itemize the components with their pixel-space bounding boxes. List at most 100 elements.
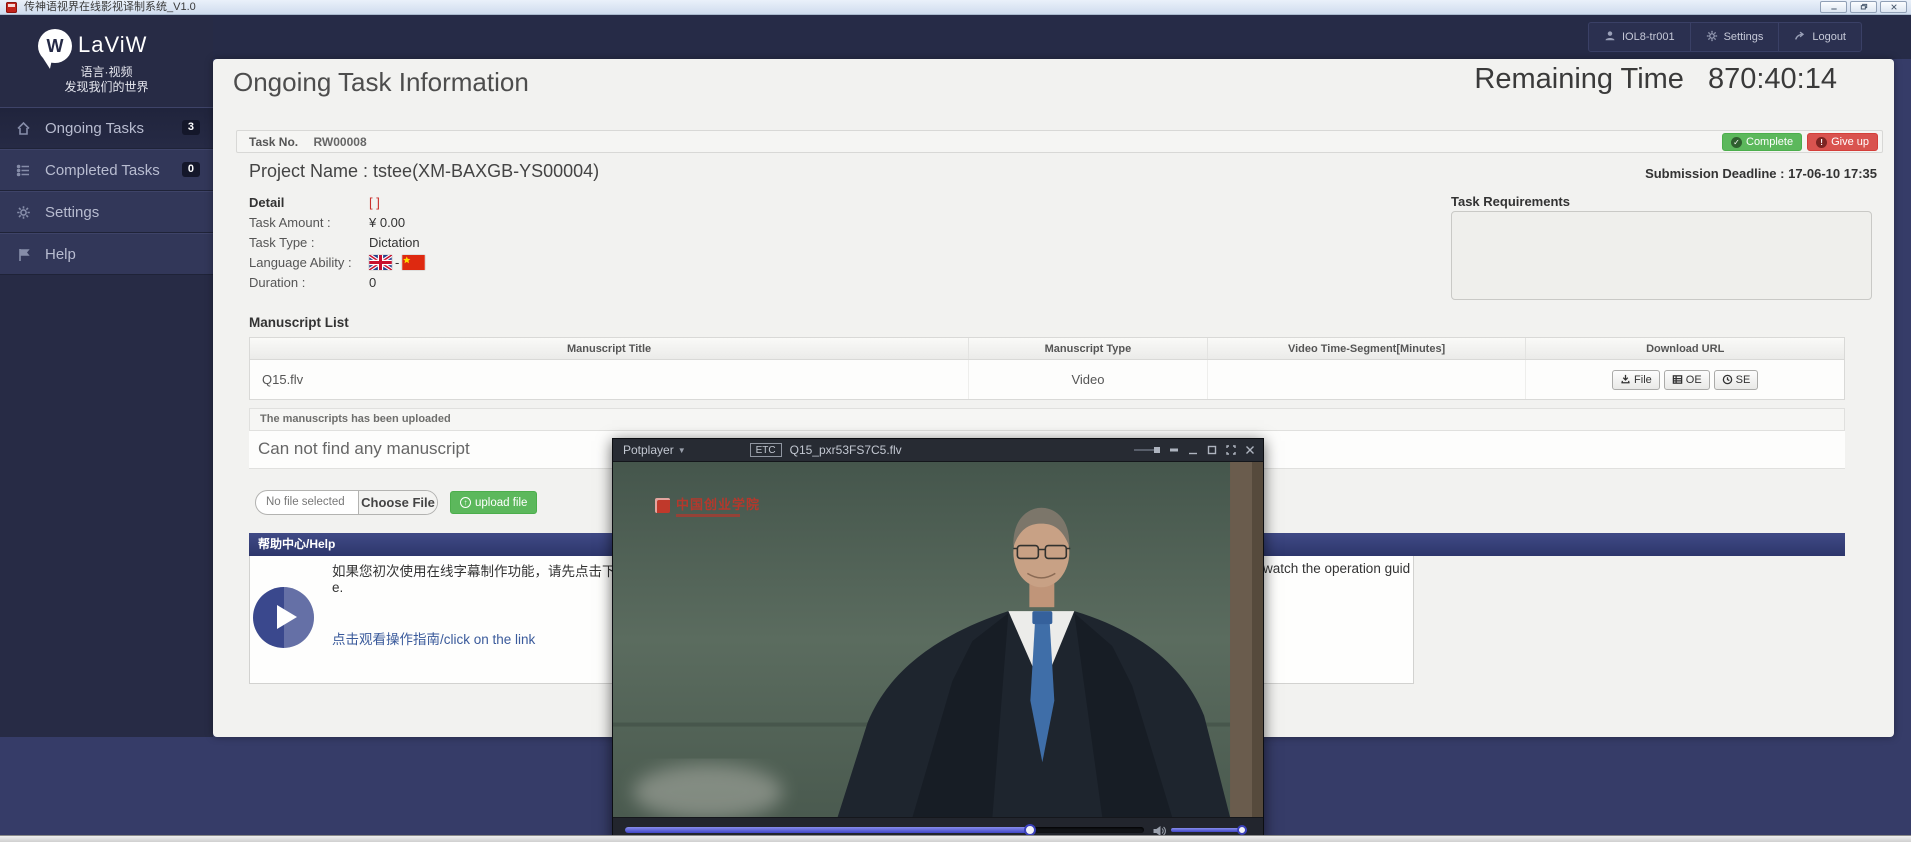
- sidebar-item-help[interactable]: Help: [0, 233, 213, 275]
- logout-menu[interactable]: Logout: [1778, 23, 1861, 51]
- volume-slider[interactable]: [1171, 828, 1247, 832]
- task-number: Task No. RW00008: [249, 135, 367, 149]
- download-icon: [1620, 374, 1631, 385]
- give-up-button[interactable]: ! Give up: [1807, 133, 1878, 151]
- table-icon: [1672, 374, 1683, 385]
- seek-bar[interactable]: [625, 827, 1144, 833]
- sidebar-item-label: Ongoing Tasks: [45, 120, 144, 137]
- project-name: Project Name : tstee(XM-BAXGB-YS00004): [249, 161, 599, 182]
- check-icon: ✓: [1731, 137, 1742, 148]
- sidebar-item-label: Help: [45, 246, 76, 263]
- detail-label: Task Amount :: [249, 215, 369, 230]
- detail-value: 0: [369, 275, 376, 290]
- choose-file-button[interactable]: Choose File: [358, 491, 437, 514]
- window-restore-button[interactable]: [1850, 1, 1877, 13]
- sidebar-item-completed-tasks[interactable]: Completed Tasks 0: [0, 149, 213, 191]
- chevron-down-icon: ▼: [678, 446, 686, 455]
- list-icon: [16, 163, 31, 178]
- taskbar-edge[interactable]: [0, 835, 1911, 842]
- oe-button[interactable]: OE: [1664, 370, 1710, 390]
- se-button-label: SE: [1736, 374, 1751, 386]
- settings-menu[interactable]: Settings: [1690, 23, 1779, 51]
- help-play-button[interactable]: [253, 587, 314, 648]
- user-menu[interactable]: IOL8-tr001: [1589, 23, 1690, 51]
- institute-logo-subtext: [676, 514, 740, 517]
- language-flags: -: [369, 255, 425, 270]
- manuscript-title-cell: Q15.flv: [250, 360, 968, 399]
- detail-value: ¥ 0.00: [369, 215, 405, 230]
- detail-label: Detail: [249, 195, 369, 210]
- china-flag-icon: [402, 255, 425, 270]
- sidebar-item-settings[interactable]: Settings: [0, 191, 213, 233]
- remaining-time: Remaining Time 870:40:14: [1474, 63, 1837, 96]
- windows-titlebar[interactable]: 传神语视界在线影视译制系统_V1.0: [0, 0, 1911, 15]
- window-minimize-button[interactable]: [1820, 1, 1847, 13]
- file-download-button[interactable]: File: [1612, 370, 1660, 390]
- remaining-time-value: 870:40:14: [1708, 63, 1837, 95]
- window-close-button[interactable]: [1880, 1, 1907, 13]
- logo-bubble: W: [38, 29, 72, 63]
- ongoing-count-badge: 3: [182, 120, 200, 135]
- app-icon: [6, 2, 17, 13]
- logout-icon: [1794, 30, 1806, 45]
- logout-label: Logout: [1812, 31, 1846, 43]
- screen: IOL8-tr001 Settings Logout W LaViW 语言·视频…: [0, 0, 1911, 842]
- complete-label: Complete: [1746, 136, 1793, 148]
- potplayer-app-name[interactable]: Potplayer: [623, 443, 674, 457]
- help-text-wrap: e.: [332, 580, 343, 595]
- submission-deadline: Submission Deadline : 17-06-10 17:35: [1645, 166, 1877, 181]
- detail-label: Duration :: [249, 275, 369, 290]
- top-nav-segment: IOL8-tr001 Settings Logout: [1588, 22, 1862, 52]
- task-requirements-box: [1451, 211, 1872, 300]
- upload-controls: No file selected Choose File ↑ upload fi…: [255, 490, 537, 515]
- upload-arrow-icon: ↑: [460, 497, 471, 508]
- maximize-icon[interactable]: [1207, 445, 1217, 455]
- sidebar-item-ongoing-tasks[interactable]: Ongoing Tasks 3: [0, 107, 213, 149]
- help-guide-link[interactable]: 点击观看操作指南/click on the link: [332, 628, 535, 648]
- give-up-label: Give up: [1831, 136, 1869, 148]
- video-area[interactable]: 中国创业学院: [613, 462, 1263, 817]
- oe-button-label: OE: [1686, 374, 1702, 386]
- playing-filename: Q15_pxr53FS7C5.flv: [790, 443, 902, 457]
- complete-button[interactable]: ✓ Complete: [1722, 133, 1802, 151]
- close-icon[interactable]: [1245, 445, 1255, 455]
- column-header: Manuscript Title: [250, 338, 968, 359]
- detail-value: [ ]: [369, 195, 380, 210]
- detail-block: Detail [ ] Task Amount : ¥ 0.00 Task Typ…: [249, 192, 425, 292]
- logo-initial: W: [47, 36, 64, 57]
- manuscript-type-cell: Video: [968, 360, 1207, 399]
- detail-label: Language Ability :: [249, 255, 369, 270]
- file-input[interactable]: No file selected Choose File: [255, 490, 438, 515]
- se-button[interactable]: SE: [1714, 370, 1759, 390]
- potplayer-titlebar[interactable]: Potplayer ▼ ETC Q15_pxr53FS7C5.flv: [613, 439, 1263, 462]
- codec-badge: ETC: [750, 443, 782, 457]
- task-requirements-label: Task Requirements: [1451, 194, 1570, 209]
- seek-bar-fill: [625, 827, 1030, 833]
- top-navbar: IOL8-tr001 Settings Logout: [0, 15, 1911, 59]
- manuscript-table: Manuscript Title Manuscript Type Video T…: [249, 337, 1845, 400]
- help-text-right: watch the operation guid: [1263, 561, 1410, 576]
- clock-icon: [1722, 374, 1733, 385]
- institute-logo-icon: [655, 498, 670, 513]
- task-no-value: RW00008: [313, 135, 366, 149]
- detail-row: Task Type : Dictation: [249, 232, 425, 252]
- video-segment-cell: [1207, 360, 1526, 399]
- file-button-label: File: [1634, 374, 1652, 386]
- video-watermark: 中国创业学院: [655, 498, 760, 517]
- volume-slider-thumb[interactable]: [1237, 825, 1247, 835]
- uk-flag-icon: [369, 255, 392, 270]
- titlebar-slider[interactable]: [1134, 449, 1160, 451]
- fullscreen-icon[interactable]: [1226, 445, 1236, 455]
- user-icon: [1604, 30, 1616, 45]
- manuscript-list-heading: Manuscript List: [249, 315, 349, 330]
- page-title: Ongoing Task Information: [233, 67, 529, 98]
- detail-row: Task Amount : ¥ 0.00: [249, 212, 425, 232]
- table-header-row: Manuscript Title Manuscript Type Video T…: [250, 338, 1844, 360]
- minimize-icon[interactable]: [1188, 445, 1198, 455]
- logo-name: LaViW: [78, 32, 147, 58]
- user-label: IOL8-tr001: [1622, 31, 1675, 43]
- exclamation-icon: !: [1816, 137, 1827, 148]
- pin-icon[interactable]: [1169, 445, 1179, 455]
- upload-file-button[interactable]: ↑ upload file: [450, 491, 537, 514]
- help-text-left: 如果您初次使用在线字幕制作功能，请先点击下面: [332, 560, 629, 580]
